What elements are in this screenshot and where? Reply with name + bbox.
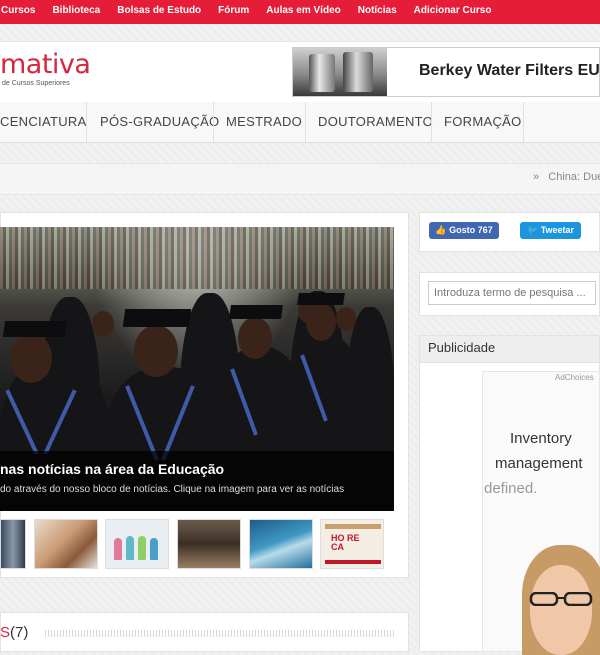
like-count: 767 <box>477 225 493 235</box>
slider-thumbnail[interactable] <box>177 519 241 569</box>
ad-woman-face <box>530 565 592 655</box>
latest-label: S <box>0 624 11 641</box>
slider-thumbnail[interactable] <box>249 519 313 569</box>
breadcrumb-text[interactable]: » China: Duel <box>533 171 600 183</box>
ad-line-2: management <box>495 455 583 472</box>
latest-count: (7) <box>10 624 29 641</box>
nav-doutoramento[interactable]: DOUTORAMENTO <box>318 102 433 142</box>
breadcrumb <box>0 163 600 195</box>
top-nav-adicionar-curso[interactable]: Adicionar Curso <box>414 0 492 24</box>
ad-line-1: Inventory <box>510 430 572 447</box>
site-logo[interactable]: mativa <box>0 49 91 80</box>
nav-divider <box>213 102 214 142</box>
thumbs-up-icon: 👍 <box>435 225 447 235</box>
slider-caption <box>0 451 394 511</box>
adchoices-label[interactable]: AdChoices <box>555 373 594 382</box>
twitter-bird-icon: 🐦 <box>526 225 539 235</box>
facebook-like-button[interactable]: 👍 Gosto 767 <box>429 222 499 239</box>
nav-formacao[interactable]: FORMAÇÃO <box>444 102 522 142</box>
banner-ad-title: Berkey Water Filters EU <box>419 62 600 79</box>
slider-thumbnail[interactable] <box>0 519 26 569</box>
top-nav-aulas-video[interactable]: Aulas em Vídeo <box>266 0 340 24</box>
latest-heading: S(7) <box>0 624 28 641</box>
nav-divider <box>431 102 432 142</box>
glasses-icon <box>529 592 593 606</box>
nav-licenciatura[interactable]: CENCIATURA <box>0 102 87 142</box>
breadcrumb-current[interactable]: China: Duel <box>548 171 600 183</box>
nav-divider <box>305 102 306 142</box>
top-nav: Cursos Biblioteca Bolsas de Estudo Fórum… <box>0 0 491 24</box>
site-tagline: de Cursos Superiores <box>2 80 70 87</box>
horeca-text-2: RE <box>347 533 360 543</box>
nav-divider <box>523 102 524 142</box>
top-nav-forum[interactable]: Fórum <box>218 0 249 24</box>
like-label: Gosto <box>449 225 476 235</box>
tweet-button[interactable]: 🐦 Tweetar <box>520 222 581 239</box>
slider-thumbnail[interactable]: HO RE CA <box>320 519 384 569</box>
nav-mestrado[interactable]: MESTRADO <box>226 102 302 142</box>
slider-caption-text: do através do nosso bloco de notícias. C… <box>0 484 345 495</box>
water-filter-image <box>293 48 387 96</box>
horeca-text-3: CA <box>331 542 344 552</box>
heading-divider <box>45 630 395 637</box>
slider-thumbnail[interactable] <box>34 519 98 569</box>
nav-pos-graduacao[interactable]: PÓS-GRADUAÇÃO <box>100 102 219 142</box>
slider-caption-title[interactable]: nas notícias na área da Educação <box>0 461 224 477</box>
slider-thumbnail[interactable] <box>105 519 169 569</box>
nav-divider <box>86 102 87 142</box>
top-nav-cursos[interactable]: Cursos <box>1 0 35 24</box>
publicidade-title: Publicidade <box>428 340 496 355</box>
top-nav-biblioteca[interactable]: Biblioteca <box>52 0 100 24</box>
ad-line-3: defined. <box>484 480 538 497</box>
top-nav-noticias[interactable]: Notícias <box>358 0 397 24</box>
top-nav-bolsas[interactable]: Bolsas de Estudo <box>117 0 201 24</box>
breadcrumb-separator: » <box>533 171 540 183</box>
search-input[interactable] <box>428 281 596 305</box>
banner-ad[interactable]: Berkey Water Filters EU <box>292 47 600 97</box>
tweet-label: Tweetar <box>540 225 575 235</box>
